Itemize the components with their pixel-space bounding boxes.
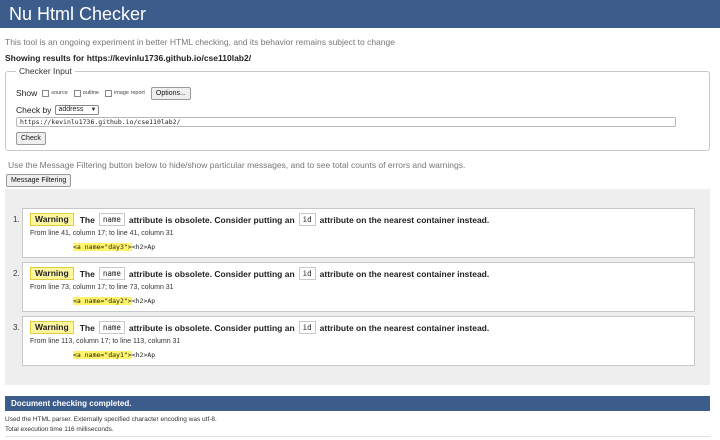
filter-note: Use the Message Filtering button below t… [8,160,466,170]
warning-badge: Warning [30,267,74,280]
message-text-mid: attribute is obsolete. Consider putting … [128,268,295,279]
message-text-mid: attribute is obsolete. Consider putting … [128,214,295,225]
message-item: Warning The name attribute is obsolete. … [22,316,695,366]
extract-rest: <h2>Ap [131,297,156,305]
message-extract: <a name="day1"><h2>Ap [73,351,155,359]
checker-input-legend: Checker Input [16,66,75,76]
source-label: source [51,90,68,96]
check-by-row: Check by address ▼ [16,104,100,116]
warning-badge: Warning [30,213,74,226]
message-text-end: attribute on the nearest container inste… [319,322,490,333]
code-id-attr: id [298,213,316,226]
extract-rest: <h2>Ap [131,351,156,359]
image-report-label: image report [114,90,145,96]
image-report-checkbox[interactable] [105,89,112,97]
check-by-label: Check by [16,105,52,115]
message-item: Warning The name attribute is obsolete. … [22,208,695,258]
check-by-value: address [58,106,84,113]
message-number: 2. [13,269,20,278]
message-heading: Warning The name attribute is obsolete. … [30,321,489,334]
message-location[interactable]: From line 113, column 17; to line 113, c… [30,338,180,345]
show-label: Show [16,88,38,98]
intro-text: This tool is an ongoing experiment in be… [5,37,395,47]
show-options-row: Show source outline image report Options… [16,86,191,100]
warning-badge: Warning [30,321,74,334]
extract-highlight: <a name="day1"> [73,351,132,359]
message-text-the: The [79,268,95,279]
code-name-attr: name [98,321,125,334]
message-item: Warning The name attribute is obsolete. … [22,262,695,312]
checker-input-panel: Checker Input Show source outline image … [5,66,710,151]
execution-time: Total execution time 116 milliseconds. [5,426,114,433]
page-title: Nu Html Checker [9,4,147,24]
code-id-attr: id [298,321,316,334]
url-input[interactable]: https://kevinlu1736.github.io/cse110lab2… [16,117,676,127]
chevron-down-icon: ▼ [90,107,97,113]
message-heading: Warning The name attribute is obsolete. … [30,267,489,280]
message-text-the: The [79,214,95,225]
outline-checkbox[interactable] [73,89,81,97]
results-panel: 1. Warning The name attribute is obsolet… [5,189,710,385]
message-text-end: attribute on the nearest container inste… [319,214,490,225]
code-name-attr: name [98,267,125,280]
message-number: 3. [13,323,20,332]
extract-rest: <h2>Ap [131,243,156,251]
message-extract: <a name="day2"><h2>Ap [73,297,155,305]
parser-info: Used the HTML parser. Externally specifi… [5,416,217,423]
outline-label: outline [82,90,99,96]
extract-highlight: <a name="day3"> [73,243,132,251]
message-extract: <a name="day3"><h2>Ap [73,243,155,251]
message-text-mid: attribute is obsolete. Consider putting … [128,322,295,333]
code-id-attr: id [298,267,316,280]
message-location[interactable]: From line 73, column 17; to line 73, col… [30,284,174,291]
options-button[interactable]: Options... [150,86,191,100]
check-by-select[interactable]: address ▼ [55,105,100,115]
checking-completed-banner: Document checking completed. [5,396,710,411]
extract-highlight: <a name="day2"> [73,297,132,305]
showing-results: Showing results for https://kevinlu1736.… [5,53,252,63]
message-text-end: attribute on the nearest container inste… [319,268,490,279]
message-filtering-button[interactable]: Message Filtering [6,174,72,187]
divider [5,436,710,437]
message-location[interactable]: From line 41, column 17; to line 41, col… [30,230,174,237]
source-checkbox[interactable] [42,89,50,97]
message-text-the: The [79,322,95,333]
code-name-attr: name [98,213,125,226]
message-heading: Warning The name attribute is obsolete. … [30,213,489,226]
check-button[interactable]: Check [16,132,46,145]
message-number: 1. [13,215,20,224]
app-header: Nu Html Checker [0,0,720,28]
